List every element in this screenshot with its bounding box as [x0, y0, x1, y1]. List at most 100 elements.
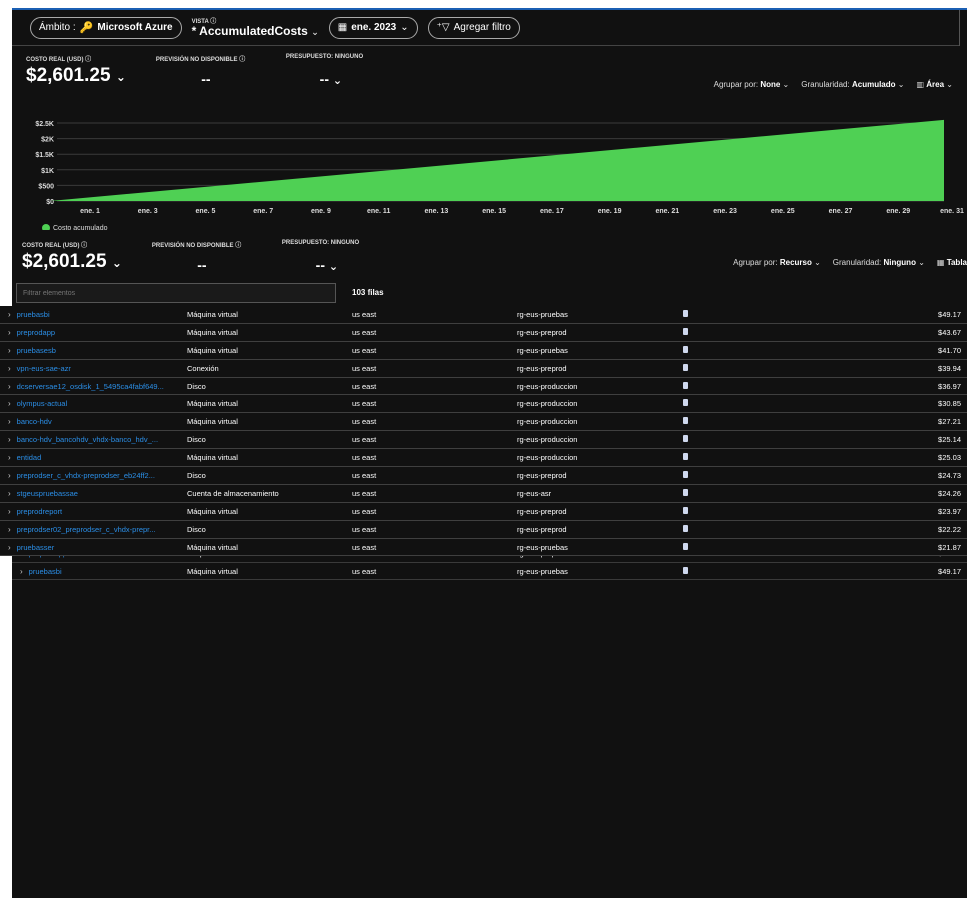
group-by-selector[interactable]: Agrupar por: None ⌄: [714, 80, 790, 89]
table-row[interactable]: › banco-hdv_bancohdv_vhdx-banco_hdv_... D…: [0, 431, 967, 450]
table-row[interactable]: › pruebasbi Máquina virtual us east rg-eu…: [12, 563, 967, 581]
group-by-selector-2[interactable]: Agrupar por: Recurso ⌄: [733, 258, 821, 267]
chevron-down-icon: ⌄: [946, 80, 953, 89]
resource-link[interactable]: banco-hdv: [17, 417, 52, 426]
tags-icon[interactable]: [683, 399, 688, 407]
resource-link[interactable]: pruebasesb: [17, 346, 56, 355]
resource-link[interactable]: vpn-eus-sae-azr: [17, 364, 71, 373]
granularity-selector[interactable]: Granularidad: Acumulado ⌄: [801, 80, 904, 89]
tags-icon[interactable]: [683, 566, 688, 574]
date-picker-button[interactable]: ▦ ene. 2023 ⌄: [328, 16, 418, 39]
tags-icon[interactable]: [683, 470, 688, 478]
x-tick-label: ene. 11: [367, 208, 390, 215]
forecast-kpi-2: PREVISIÓN NO DISPONIBLE ⓘ --: [152, 240, 252, 273]
chart-type-selector[interactable]: ▥ Área ⌄: [916, 80, 953, 89]
table-row[interactable]: › preprodapp Máquina virtual us east rg-e…: [0, 324, 967, 342]
tags-icon[interactable]: [683, 417, 688, 425]
table-row[interactable]: › pruebasbi Máquina virtual us east rg-eu…: [0, 306, 967, 324]
resource-link[interactable]: pruebasbi: [29, 567, 62, 576]
table-row[interactable]: › preprodser_c_vhdx-preprodser_eb24ff2...…: [0, 467, 967, 485]
chart-type-value: Área: [926, 80, 945, 89]
tags-icon[interactable]: [683, 542, 688, 550]
tags-icon[interactable]: [683, 453, 688, 461]
tags-cell[interactable]: [682, 363, 842, 373]
chevron-right-icon[interactable]: ›: [8, 525, 11, 534]
tags-cell[interactable]: [682, 309, 842, 319]
chevron-right-icon[interactable]: ›: [8, 543, 11, 552]
chevron-right-icon[interactable]: ›: [8, 364, 11, 373]
resource-link[interactable]: preprodser02_preprodser_c_vhdx-prepr...: [17, 525, 156, 534]
tags-cell[interactable]: [682, 435, 842, 444]
table-row[interactable]: › pruebasesb Máquina virtual us east rg-e…: [0, 342, 967, 360]
tags-cell[interactable]: [682, 542, 842, 552]
accumulated-cost-area[interactable]: [50, 119, 944, 201]
tags-icon[interactable]: [683, 506, 688, 514]
resource-link[interactable]: preprodapp: [17, 328, 55, 337]
chevron-right-icon[interactable]: ›: [8, 399, 11, 408]
filter-add-icon: ⁺▽: [436, 22, 450, 33]
scope-button[interactable]: Ámbito : 🔑 Microsoft Azure: [30, 16, 182, 39]
actual-cost-kpi[interactable]: COSTO REAL (USD) ⓘ $2,601.25 ⌄: [26, 54, 126, 87]
tags-icon[interactable]: [683, 381, 688, 389]
resource-link[interactable]: olympus-actual: [17, 399, 67, 408]
view-type-selector[interactable]: ▦ Tabla: [937, 258, 967, 267]
tags-icon[interactable]: [683, 363, 688, 371]
tags-cell[interactable]: [682, 417, 842, 426]
tags-icon[interactable]: [683, 488, 688, 496]
table-row[interactable]: › stgeuspruebassae Cuenta de almacenamien…: [0, 485, 967, 503]
chevron-right-icon[interactable]: ›: [8, 471, 11, 480]
tags-icon[interactable]: [683, 327, 688, 335]
tags-cell[interactable]: [682, 524, 842, 534]
table-row[interactable]: › pruebasser Máquina virtual us east rg-e…: [0, 539, 967, 557]
resource-link[interactable]: preprodreport: [17, 507, 62, 516]
budget-kpi-2[interactable]: PRESUPUESTO: NINGUNO -- ⌄: [282, 240, 372, 273]
chevron-right-icon[interactable]: ›: [8, 489, 11, 498]
resource-link[interactable]: dcserversae12_osdisk_1_5495ca4fabf649...: [17, 382, 164, 391]
tags-cell[interactable]: [682, 566, 842, 576]
resource-link[interactable]: pruebasser: [17, 543, 55, 552]
granularity-selector-2[interactable]: Granularidad: Ninguno ⌄: [833, 258, 925, 267]
budget-kpi[interactable]: PRESUPUESTO: NINGUNO -- ⌄: [286, 54, 376, 87]
table-row[interactable]: › dcserversae12_osdisk_1_5495ca4fabf649..…: [0, 378, 967, 396]
actual-cost-kpi-2[interactable]: COSTO REAL (USD) ⓘ $2,601.25 ⌄: [22, 240, 122, 273]
resource-link[interactable]: stgeuspruebassae: [17, 489, 78, 498]
table-row[interactable]: › preprodser02_preprodser_c_vhdx-prepr...…: [0, 521, 967, 539]
chevron-right-icon[interactable]: ›: [8, 310, 11, 319]
table-row[interactable]: › preprodreport Máquina virtual us east r…: [0, 503, 967, 521]
table-row[interactable]: › vpn-eus-sae-azr Conexión us east rg-eus…: [0, 360, 967, 378]
view-selector[interactable]: VISTA ⓘ * AccumulatedCosts ⌄: [192, 19, 319, 37]
tags-cell[interactable]: [682, 327, 842, 337]
filter-input[interactable]: [16, 283, 336, 303]
chevron-right-icon[interactable]: ›: [8, 507, 11, 516]
tags-cell[interactable]: [682, 488, 842, 498]
chevron-right-icon[interactable]: ›: [8, 346, 11, 355]
tags-cell[interactable]: [682, 506, 842, 516]
tags-icon[interactable]: [683, 435, 688, 443]
resource-link[interactable]: entidad: [17, 453, 42, 462]
tags-cell[interactable]: [682, 470, 842, 480]
location-cell: us east: [352, 309, 377, 319]
chevron-right-icon[interactable]: ›: [8, 328, 11, 337]
y-tick-label: $0: [46, 199, 54, 206]
chevron-right-icon[interactable]: ›: [8, 435, 11, 444]
table-row[interactable]: › olympus-actual Máquina virtual us east …: [0, 395, 967, 414]
chevron-right-icon[interactable]: ›: [8, 417, 11, 426]
tags-cell[interactable]: [682, 381, 842, 391]
tags-icon[interactable]: [683, 524, 688, 532]
chevron-right-icon[interactable]: ›: [8, 382, 11, 391]
tags-cell[interactable]: [682, 399, 842, 408]
tags-icon[interactable]: [683, 345, 688, 353]
table-row[interactable]: › entidad Máquina virtual us east rg-eus-…: [0, 449, 967, 468]
tags-cell[interactable]: [682, 453, 842, 462]
resource-link[interactable]: pruebasbi: [17, 310, 50, 319]
tags-cell[interactable]: [682, 345, 842, 355]
y-tick-label: $500: [38, 183, 54, 190]
chevron-right-icon[interactable]: ›: [20, 567, 23, 576]
resource-type-cell: Máquina virtual: [187, 506, 238, 516]
tags-icon[interactable]: [683, 309, 688, 317]
resource-link[interactable]: banco-hdv_bancohdv_vhdx-banco_hdv_...: [17, 435, 158, 444]
table-row[interactable]: › banco-hdv Máquina virtual us east rg-eu…: [0, 413, 967, 432]
resource-link[interactable]: preprodser_c_vhdx-preprodser_eb24ff2...: [17, 471, 155, 480]
chevron-right-icon[interactable]: ›: [8, 453, 11, 462]
add-filter-button[interactable]: ⁺▽ Agregar filtro: [427, 16, 520, 39]
